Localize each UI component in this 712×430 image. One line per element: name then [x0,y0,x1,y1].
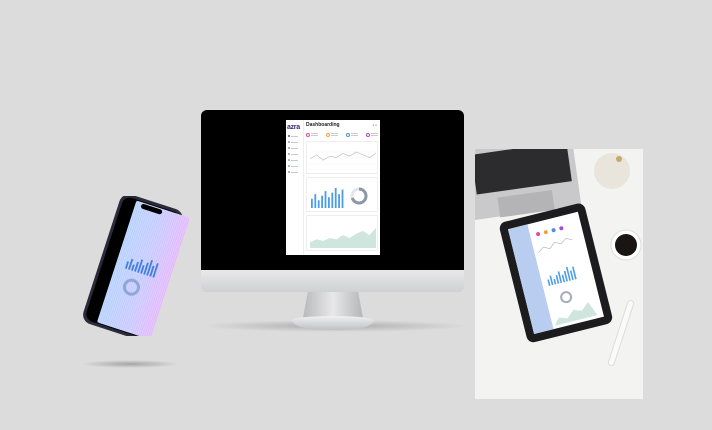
sidebar-item-users[interactable] [288,152,300,156]
bar [338,194,340,208]
dashboard-sidebar: azra [286,120,304,255]
sidebar-item-analytics[interactable] [288,140,300,144]
vase-object [594,153,630,189]
bar [317,200,320,208]
nav-icon [288,171,290,173]
kpi-4 [366,131,378,138]
phone-shadow [80,360,180,368]
line-chart-card [306,141,378,174]
desk-scene [475,149,642,366]
line-chart [309,151,377,171]
phone-mockup [83,196,190,336]
phone-body [83,196,190,336]
tablet-desk-photo [475,149,643,399]
kpi-ring-icon [306,132,310,137]
bar-chart [311,187,368,208]
nav-icon [288,165,290,167]
tablet-device [499,203,613,343]
header-icons[interactable]: ● ● [373,123,377,127]
area-chart [310,228,376,248]
pen [607,300,635,366]
kpi-ring-icon [346,132,350,137]
monitor-chin [201,270,464,292]
nav-icon [288,135,290,137]
nav-icon [288,141,290,143]
sidebar-item-reports[interactable] [288,146,300,150]
kpi-2 [326,131,338,138]
bar [334,188,337,208]
bar-chart-card [306,177,378,212]
kpi-1 [306,131,318,138]
page-title: Dashboarding [306,122,340,128]
kpi-ring-icon [326,132,330,137]
sidebar-item-dashboard[interactable] [288,134,300,138]
nav-icon [288,159,290,161]
line-series [309,151,377,161]
sidebar-item-messages[interactable] [288,164,300,168]
kpi-3 [346,131,358,138]
bar [331,192,334,208]
sidebar-nav [288,134,300,176]
area-series [310,228,376,248]
nav-icon [288,153,290,155]
nav-icon [288,147,290,149]
sidebar-item-help[interactable] [288,170,300,174]
kpi-ring-icon [366,132,370,137]
bar [328,197,330,208]
dashboard-app: azra Dashboarding ● ● [286,120,380,255]
bar [321,195,323,208]
sidebar-item-settings[interactable] [288,158,300,162]
app-logo[interactable]: azra [287,124,300,131]
bar [324,191,327,208]
bar [311,198,313,208]
bar [314,194,317,208]
kpi-row [306,131,378,138]
bar [341,189,344,208]
coffee-cup [615,234,637,256]
area-chart-card [306,215,378,251]
monitor-stand-neck [303,292,363,318]
